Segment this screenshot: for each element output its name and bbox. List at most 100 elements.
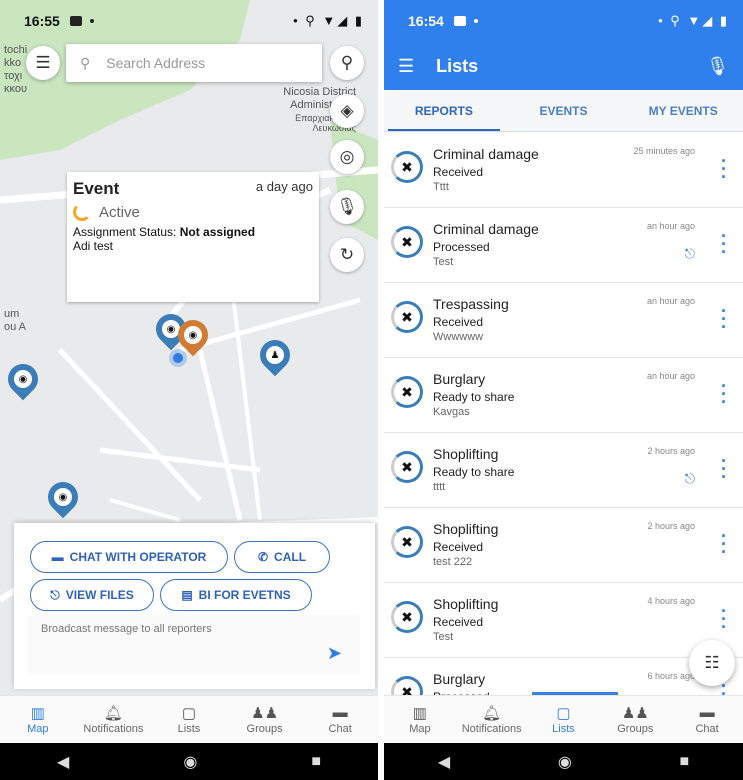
more-options-icon[interactable]: ··· [721,602,727,636]
map-icon: ▥ [412,705,427,722]
nav-chat[interactable]: ▬ Chat [671,696,743,743]
report-row[interactable]: ✖ Criminal damage Received Tttt 25 minutes a… [384,133,743,208]
groups-icon: ♟♟ [621,705,649,722]
map-pin-selected[interactable]: ◉ [171,313,215,360]
chat-with-operator-label: CHAT WITH OPERATOR [69,550,207,564]
more-options-icon[interactable]: ··· [721,452,727,486]
report-row[interactable]: ✖ Trespassing Received Wwwwww an hour ago · · · [384,283,743,358]
menu-button[interactable]: ☰ [26,46,60,80]
search-input[interactable]: ⚲ Search Address [66,44,322,82]
group-icon: ♟ [266,346,284,364]
nav-notifications-label: Notifications [83,723,144,735]
more-options-icon[interactable]: ··· [721,152,727,186]
call-button[interactable]: ✆ CALL [234,541,330,573]
send-icon[interactable]: ➤ [327,643,342,664]
refresh-button[interactable]: ↻ [330,238,364,272]
tab-events[interactable]: EVENTS [504,90,624,131]
report-note: Test [433,631,454,643]
more-options-icon[interactable]: ··· [721,227,727,261]
filter-button[interactable]: ☷ [689,640,735,686]
more-options-icon[interactable]: ··· [721,377,727,411]
bi-for-events-label: BI FOR EVETNS [198,588,291,602]
nav-map-label: Map [27,723,49,735]
tab-reports[interactable]: REPORTS [384,90,504,131]
incident-icon: ◉ [54,488,72,506]
event-popup[interactable]: Event a day ago Active Assignment Status… [67,172,319,302]
reports-list: ✖ Criminal damage Received Tttt 25 minutes a… [384,133,743,695]
microphone-icon[interactable]: 🎙 [706,56,729,77]
nav-lists[interactable]: ▢ Lists [151,696,227,743]
report-note: tttt [433,481,446,493]
report-row[interactable]: ✖ Shoplifting Received Test 4 hours ago · · · [384,583,743,658]
nav-groups[interactable]: ♟♟ Groups [227,696,303,743]
view-files-button[interactable]: ⎋ VIEW FILES [30,579,154,611]
more-options-icon[interactable]: ··· [721,527,727,561]
more-options-icon[interactable]: ··· [721,677,727,695]
status-icons: • ⚲ ▼◢ ▮ [293,13,364,28]
attachment-icon: ⎋ [684,246,695,261]
report-category-icon: ✖ [391,601,423,633]
back-icon[interactable]: ◀ [57,752,69,772]
my-location-button[interactable]: ◎ [330,140,364,174]
notification-dot-icon [473,19,478,23]
report-row[interactable]: ✖ Shoplifting Ready to share tttt 2 hours ag… [384,433,743,508]
map-pin[interactable]: ♟ [253,333,297,380]
report-time: 25 minutes ago [633,146,695,156]
broadcast-input[interactable]: Broadcast message to all reporters ➤ [28,615,360,675]
home-icon[interactable]: ◉ [183,752,197,772]
popup-description: Adi test [73,239,114,253]
map-pin[interactable]: ◉ [1,357,45,404]
nav-map[interactable]: ▥ Map [0,696,76,743]
recents-icon[interactable]: ■ [311,753,321,771]
search-icon: ⚲ [340,53,354,72]
map-label-um: um ou A [4,308,27,333]
nav-notifications[interactable]: 🔔︎ Notifications [456,696,528,743]
voice-button[interactable]: 🎙 [330,190,364,224]
chat-with-operator-button[interactable]: ▬ CHAT WITH OPERATOR [30,541,228,573]
report-category-icon: ✖ [391,676,423,695]
nav-map[interactable]: ▥ Map [384,696,456,743]
report-status: Received [433,615,484,629]
nav-groups-label: Groups [617,723,654,735]
status-bar: 16:54 • ⚲ ▼◢ ▮ [384,0,743,42]
broadcast-placeholder: Broadcast message to all reporters [41,623,212,635]
list-tabs: REPORTS EVENTS MY EVENTS [384,90,743,132]
report-row[interactable]: ✖ Burglary Ready to share Kavgas an hour ago… [384,358,743,433]
report-time: an hour ago [646,221,695,231]
home-icon[interactable]: ◉ [558,752,572,772]
notification-icon [69,16,82,26]
bottom-navigation: ▥ Map 🔔︎ Notifications ▢ Lists ♟♟ Groups ▬ Ch… [384,695,743,743]
report-status: Processed [433,240,490,254]
nav-chat[interactable]: ▬ Chat [302,696,378,743]
road-4 [99,447,261,473]
report-status: Received [433,165,484,179]
nav-notifications[interactable]: 🔔︎ Notifications [76,696,152,743]
tab-my-events[interactable]: MY EVENTS [623,90,743,131]
assignment-value: Not assigned [179,225,256,239]
nav-lists[interactable]: ▢ Lists [528,696,600,743]
report-title: Burglary [433,671,486,687]
bi-for-events-button[interactable]: ▤ BI FOR EVETNS [160,579,312,611]
lists-screen: 16:54 • ⚲ ▼◢ ▮ ☰ Lists 🎙 REPORTS EVENTS … [384,0,743,780]
road-6 [197,349,243,521]
map-pin[interactable]: ◉ [41,475,85,522]
report-category-icon: ✖ [391,151,423,183]
search-placeholder: Search Address [106,55,206,71]
back-icon[interactable]: ◀ [438,752,450,772]
report-category-icon: ✖ [391,301,423,333]
incident-icon: ◉ [184,326,202,344]
report-row[interactable]: ✖ Criminal damage Processed Test an hour ago… [384,208,743,283]
popup-time: a day ago [255,179,313,194]
nav-groups[interactable]: ♟♟ Groups [599,696,671,743]
report-category-icon: ✖ [391,226,423,258]
recents-icon[interactable]: ■ [679,753,689,771]
assignment-label: Assignment Status: [73,225,180,239]
more-options-icon[interactable]: ··· [721,302,727,336]
search-button[interactable]: ⚲ [330,46,364,80]
report-row[interactable]: ✖ Shoplifting Received test 222 2 hours ago ·… [384,508,743,583]
hamburger-icon[interactable]: ☰ [398,56,414,77]
report-time: 2 hours ago [647,446,695,456]
layers-button[interactable]: ◈ [330,94,364,128]
view-files-label: VIEW FILES [65,588,134,602]
report-status: Ready to share [433,465,515,479]
